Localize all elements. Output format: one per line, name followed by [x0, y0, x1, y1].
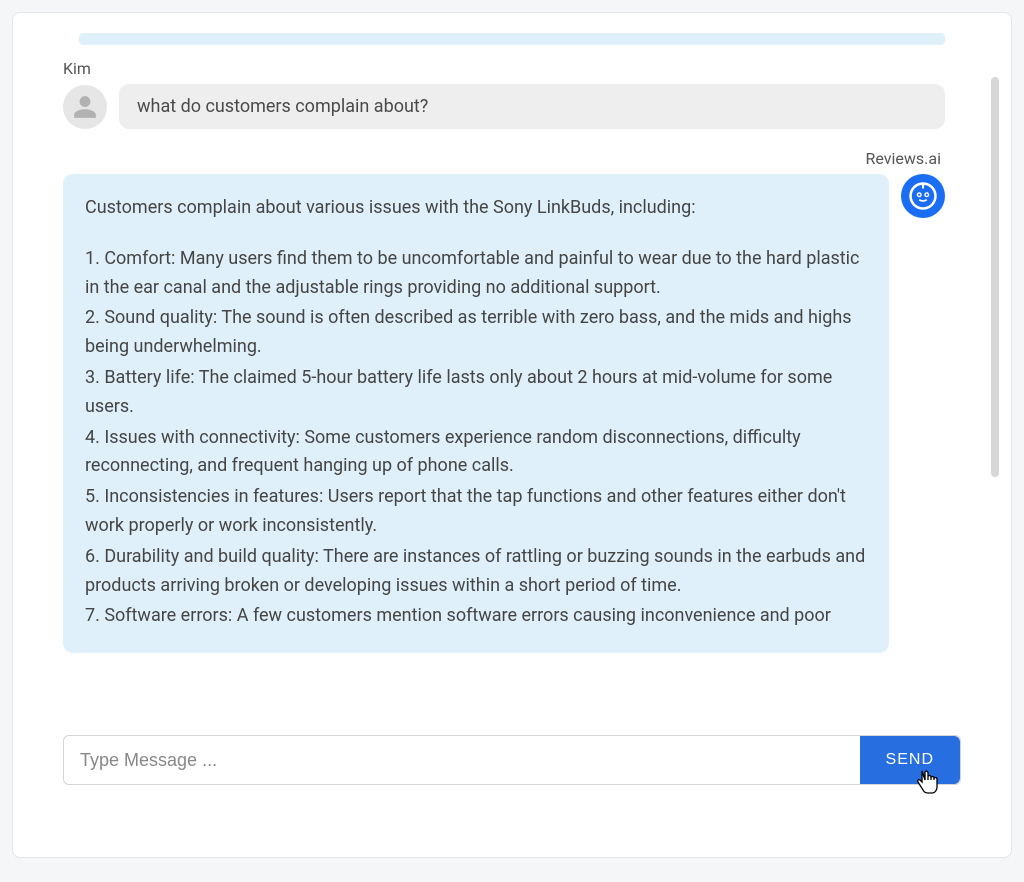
send-button-label: SEND	[886, 751, 934, 768]
chat-window: Kim what do customers complain about? Re…	[12, 12, 1012, 858]
scrollbar[interactable]	[991, 77, 999, 477]
bot-point: 7. Software errors: A few customers ment…	[85, 602, 867, 631]
bot-point: 3. Battery life: The claimed 5-hour batt…	[85, 364, 867, 422]
bot-point: 5. Inconsistencies in features: Users re…	[85, 483, 867, 541]
user-icon	[72, 94, 98, 120]
bot-message-row: Customers complain about various issues …	[63, 174, 945, 653]
bot-intro-text: Customers complain about various issues …	[85, 194, 867, 223]
send-button[interactable]: SEND	[860, 736, 960, 784]
bot-point: 6. Durability and build quality: There a…	[85, 543, 867, 601]
user-message-bubble: what do customers complain about?	[119, 84, 945, 129]
message-input[interactable]	[64, 736, 860, 784]
user-name-label: Kim	[63, 59, 945, 78]
previous-message-fragment	[79, 33, 945, 45]
bot-point: 4. Issues with connectivity: Some custom…	[85, 424, 867, 482]
user-avatar	[63, 85, 107, 129]
bot-name-label: Reviews.ai	[63, 149, 945, 168]
bot-point: 2. Sound quality: The sound is often des…	[85, 304, 867, 362]
bot-point: 1. Comfort: Many users find them to be u…	[85, 245, 867, 303]
user-message-row: what do customers complain about?	[63, 84, 945, 129]
bot-avatar	[901, 174, 945, 218]
bot-message-bubble: Customers complain about various issues …	[63, 174, 889, 653]
message-input-bar: SEND	[63, 735, 961, 785]
robot-icon	[908, 181, 938, 211]
messages-area[interactable]: Kim what do customers complain about? Re…	[63, 33, 961, 737]
cursor-pointer-icon	[914, 768, 940, 796]
